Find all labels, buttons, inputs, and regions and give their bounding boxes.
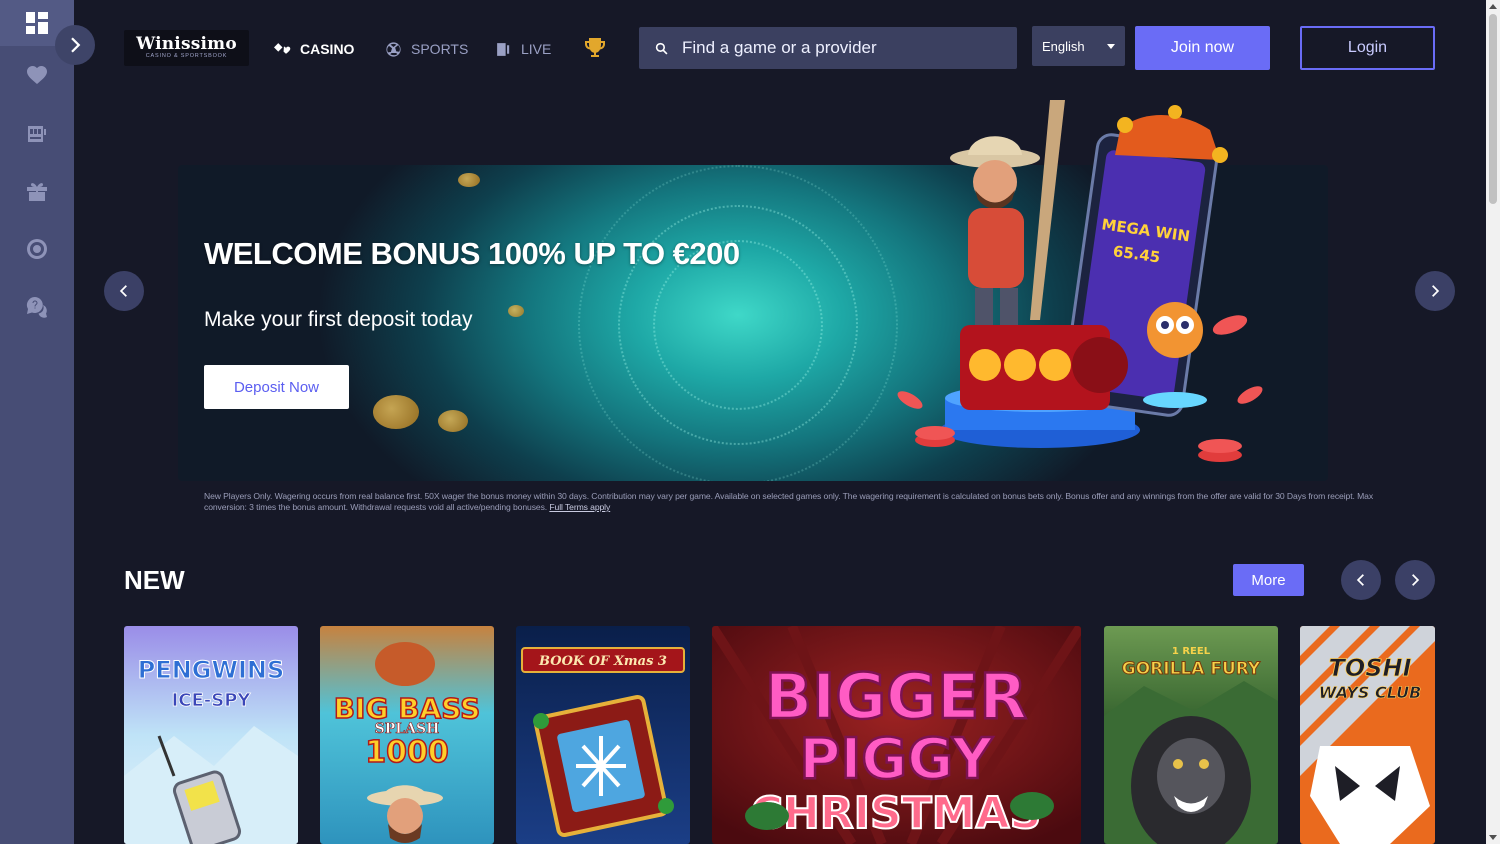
nav-sports[interactable]: SPORTS (385, 38, 468, 60)
game-title-line3: 1000 (365, 735, 449, 770)
decor-coin (438, 410, 468, 432)
deposit-now-button[interactable]: Deposit Now (204, 365, 349, 409)
game-tile-bigger-piggy-christmas[interactable]: BIGGER PIGGY CHRISTMAS (712, 626, 1081, 844)
nav-casino[interactable]: CASINO (274, 38, 354, 60)
chevron-right-icon (1432, 285, 1440, 297)
game-title-line3: CHRISTMAS (751, 788, 1042, 839)
chevron-right-icon (1412, 574, 1420, 586)
logo-text: Winissimo (136, 34, 237, 54)
bonus-terms-text: New Players Only. Wagering occurs from r… (204, 491, 1374, 512)
hero-subtitle: Make your first deposit today (204, 308, 473, 331)
nav-live[interactable]: LIVE (495, 38, 551, 60)
game-tile-big-bass[interactable]: BIG BASS SPLASH 1000 (320, 626, 494, 844)
game-thumbnail: BOOK OF Xmas 3 (516, 626, 690, 844)
game-title-line1: PENGWINS (138, 656, 285, 684)
hero-title: WELCOME BONUS 100% UP TO €200 (204, 236, 740, 271)
nav-live-label: LIVE (521, 41, 552, 57)
sidebar (0, 0, 74, 844)
search-input[interactable] (682, 38, 982, 58)
game-title-line1: BIGGER (765, 660, 1027, 733)
decor-coin (373, 395, 419, 429)
game-title-line2: GORILLA FURY (1122, 659, 1261, 679)
language-select[interactable]: English (1032, 26, 1125, 66)
chevron-down-icon (1107, 43, 1115, 49)
game-tile-pengwins[interactable]: PENGWINS ICE-SPY (124, 626, 298, 844)
chevron-left-icon (1356, 574, 1364, 586)
scroll-up-arrow-icon[interactable] (1489, 4, 1497, 9)
game-thumbnail: PENGWINS ICE-SPY (124, 626, 298, 844)
cards-icon (274, 42, 291, 54)
full-terms-link[interactable]: Full Terms apply (549, 502, 610, 512)
chevron-left-icon (119, 285, 127, 297)
sidebar-toggle-button[interactable] (55, 25, 95, 65)
game-thumbnail: TOSHI WAYS CLUB (1300, 626, 1435, 844)
sidebar-item-support[interactable] (0, 278, 74, 336)
nav-sports-label: SPORTS (411, 41, 469, 57)
more-button[interactable]: More (1233, 564, 1304, 596)
game-title-line2: ICE-SPY (172, 690, 252, 711)
game-title-line1: 1 REEL (1172, 646, 1211, 657)
decor-coin (508, 305, 524, 317)
game-title-line1: BOOK OF Xmas 3 (538, 654, 667, 669)
support-chat-icon (26, 296, 47, 318)
banner-next-button[interactable] (1415, 271, 1455, 311)
scrollbar-thumb[interactable] (1489, 14, 1497, 204)
sports-ball-icon (386, 41, 401, 57)
sidebar-item-promotions[interactable] (0, 162, 74, 220)
game-title-line1: TOSHI (1328, 654, 1411, 682)
section-prev-button[interactable] (1341, 560, 1381, 600)
dashboard-icon (26, 12, 48, 34)
section-next-button[interactable] (1395, 560, 1435, 600)
game-tile-book-of-xmas[interactable]: BOOK OF Xmas 3 (516, 626, 690, 844)
page-scrollbar[interactable] (1486, 0, 1500, 844)
game-title-line2: WAYS CLUB (1319, 683, 1422, 702)
game-title-line2: PIGGY (799, 727, 994, 792)
sidebar-item-slots[interactable] (0, 104, 74, 162)
decor-coin (458, 173, 480, 187)
decor-ring (578, 165, 898, 481)
section-title-new: NEW (124, 565, 185, 595)
trophy-icon[interactable] (583, 36, 607, 60)
game-tile-gorilla-fury[interactable]: 1 REEL GORILLA FURY (1104, 626, 1278, 844)
search-icon (655, 42, 668, 54)
nav-casino-label: CASINO (300, 41, 355, 57)
bonus-terms: New Players Only. Wagering occurs from r… (204, 491, 1384, 513)
login-button[interactable]: Login (1300, 26, 1435, 70)
chevron-right-icon (71, 37, 81, 53)
hero-illustration: MEGA WIN 65.45 (897, 100, 1263, 462)
search-bar[interactable] (639, 27, 1017, 69)
gift-icon (27, 183, 47, 201)
game-tile-toshi-ways-club[interactable]: TOSHI WAYS CLUB (1300, 626, 1435, 844)
logo-subtext: CASINO & SPORTSBOOK (145, 53, 228, 59)
app-root: Winissimo CASINO & SPORTSBOOK CASINO SPO… (0, 0, 1500, 844)
language-select-value: English (1042, 38, 1085, 54)
brand-logo[interactable]: Winissimo CASINO & SPORTSBOOK (124, 30, 249, 66)
banner-prev-button[interactable] (104, 271, 144, 311)
sidebar-item-live[interactable] (0, 220, 74, 278)
scroll-down-arrow-icon[interactable] (1489, 835, 1497, 840)
header: Winissimo CASINO & SPORTSBOOK CASINO SPO… (74, 0, 1486, 96)
slot-machine-icon (28, 126, 46, 142)
game-thumbnail: 1 REEL GORILLA FURY (1104, 626, 1278, 844)
heart-icon (27, 66, 47, 84)
game-thumbnail: BIGGER PIGGY CHRISTMAS (712, 626, 1081, 844)
new-games-row: PENGWINS ICE-SPY BIG BASS SPLASH 1000 BO… (124, 626, 1435, 844)
chip-icon (27, 239, 47, 259)
join-now-button[interactable]: Join now (1135, 26, 1270, 70)
live-cards-icon (497, 42, 510, 56)
game-thumbnail: BIG BASS SPLASH 1000 (320, 626, 494, 844)
